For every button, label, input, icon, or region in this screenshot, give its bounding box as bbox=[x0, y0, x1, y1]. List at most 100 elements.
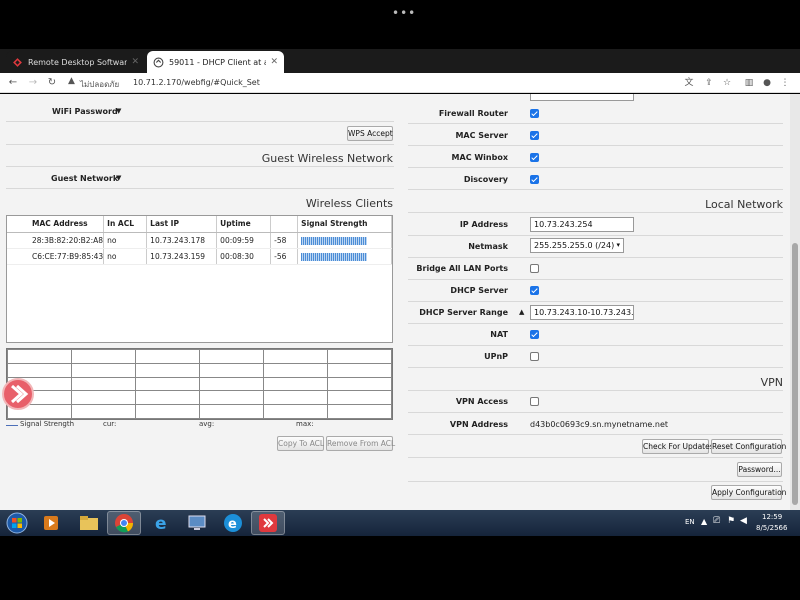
discovery-checkbox[interactable] bbox=[530, 175, 539, 184]
column-header[interactable]: In ACL bbox=[103, 216, 148, 233]
ip-cell: 10.73.243.159 bbox=[146, 248, 218, 265]
legend-cur: cur: bbox=[103, 420, 117, 428]
profile-icon[interactable]: ● bbox=[760, 76, 774, 90]
divider bbox=[6, 188, 394, 189]
back-icon[interactable]: ← bbox=[6, 76, 20, 90]
file-explorer-icon[interactable] bbox=[72, 511, 106, 535]
vpn-address-label: VPN Address bbox=[449, 420, 508, 429]
reload-icon[interactable]: ↻ bbox=[45, 76, 59, 90]
dhcp-server-checkbox[interactable] bbox=[530, 286, 539, 295]
not-secure-label[interactable]: ไม่ปลอดภัย bbox=[80, 78, 119, 91]
check-for-updates-button[interactable]: Check For Updates bbox=[642, 439, 714, 454]
legend-avg: avg: bbox=[199, 420, 215, 428]
upnp-checkbox[interactable] bbox=[530, 352, 539, 361]
column-header[interactable]: Signal Strength bbox=[297, 216, 392, 233]
divider bbox=[408, 457, 783, 458]
remote-desktop-float-icon[interactable] bbox=[2, 378, 34, 410]
side-panel-icon[interactable]: ▥ bbox=[742, 76, 756, 90]
remote-desktop-icon[interactable] bbox=[180, 511, 214, 535]
chrome-icon[interactable] bbox=[107, 511, 141, 535]
caret-down-icon[interactable]: ▼ bbox=[116, 174, 121, 182]
netmask-select[interactable]: 255.255.255.0 (/24) ▾ bbox=[530, 238, 624, 253]
divider bbox=[408, 412, 783, 413]
column-header[interactable]: MAC Address bbox=[7, 216, 105, 233]
table-row[interactable]: 28:3B:82:20:B2:A8 no 10.73.243.178 00:09… bbox=[7, 232, 392, 249]
vpn-address-value: d43b0c0693c9.sn.mynetname.net bbox=[530, 420, 669, 429]
share-icon[interactable]: ⇪ bbox=[702, 76, 716, 90]
bridge-lan-checkbox[interactable] bbox=[530, 264, 539, 273]
tab-remote-desktop[interactable]: Remote Desktop Software for Wi ✕ bbox=[6, 51, 145, 73]
bookmark-star-icon[interactable]: ☆ bbox=[720, 76, 734, 90]
mac-cell: 28:3B:82:20:B2:A8 bbox=[7, 232, 105, 249]
svg-text:e: e bbox=[155, 514, 167, 533]
translate-icon[interactable]: 文 bbox=[682, 76, 696, 90]
ip-address-label: IP Address bbox=[459, 220, 508, 229]
caret-up-icon[interactable]: ▲ bbox=[519, 308, 524, 316]
bridge-lan-label: Bridge All LAN Ports bbox=[416, 264, 508, 273]
reset-configuration-button[interactable]: Reset Configuration bbox=[711, 439, 786, 454]
network-icon[interactable]: ⎚ bbox=[713, 516, 720, 526]
language-indicator[interactable]: EN bbox=[685, 518, 695, 526]
signal-bar-cell bbox=[297, 248, 392, 265]
column-header[interactable]: Last IP bbox=[146, 216, 218, 233]
nat-checkbox[interactable] bbox=[530, 330, 539, 339]
password-button[interactable]: Password... bbox=[737, 462, 782, 477]
acl-cell: no bbox=[103, 232, 148, 249]
multitasking-dots[interactable]: ••• bbox=[392, 6, 416, 20]
clock-date[interactable]: 8/5/2566 bbox=[756, 524, 787, 532]
column-header[interactable]: Uptime bbox=[216, 216, 272, 233]
divider bbox=[408, 323, 783, 324]
firewall-router-label: Firewall Router bbox=[438, 109, 508, 118]
caret-down-icon[interactable]: ▼ bbox=[116, 107, 121, 115]
firewall-router-checkbox[interactable] bbox=[530, 109, 539, 118]
tab-dhcp-client[interactable]: 59011 - DHCP Client at admin@ ✕ bbox=[147, 51, 284, 73]
remove-from-acl-button[interactable]: Remove From ACL bbox=[326, 436, 395, 451]
apply-configuration-button[interactable]: Apply Configuration bbox=[711, 485, 786, 500]
netmask-value: 255.255.255.0 (/24) bbox=[534, 241, 615, 250]
guest-network-label: Guest Network bbox=[51, 174, 119, 183]
anydesk-taskbar-icon[interactable] bbox=[251, 511, 285, 535]
svg-text:e: e bbox=[228, 517, 237, 532]
divider bbox=[408, 235, 783, 236]
dhcp-range-input[interactable]: 10.73.243.10-10.73.243.253 bbox=[530, 305, 634, 320]
clock-time[interactable]: 12:59 bbox=[762, 513, 782, 521]
show-hidden-icons[interactable]: ▲ bbox=[701, 517, 707, 526]
tab-title: 59011 - DHCP Client at admin@ bbox=[169, 57, 267, 67]
close-tab-icon[interactable]: ✕ bbox=[270, 57, 278, 67]
legend-max: max: bbox=[296, 420, 314, 428]
partial-input[interactable] bbox=[530, 94, 634, 101]
forward-icon[interactable]: → bbox=[26, 76, 40, 90]
mac-server-checkbox[interactable] bbox=[530, 131, 539, 140]
divider bbox=[408, 257, 783, 258]
divider bbox=[408, 434, 783, 435]
upnp-label: UPnP bbox=[484, 352, 508, 361]
edge-legacy-icon[interactable]: e bbox=[216, 511, 250, 535]
start-button[interactable] bbox=[0, 511, 34, 535]
mac-cell: C6:CE:77:B9:85:43 bbox=[7, 248, 105, 265]
scrollbar-thumb[interactable] bbox=[792, 243, 798, 505]
volume-icon[interactable]: ◀ bbox=[740, 516, 747, 526]
nat-label: NAT bbox=[490, 330, 508, 339]
url-input[interactable]: 10.71.2.170/webfig/#Quick_Set bbox=[133, 78, 260, 87]
internet-explorer-icon[interactable]: e bbox=[144, 511, 178, 535]
vpn-access-label: VPN Access bbox=[455, 397, 508, 406]
close-tab-icon[interactable]: ✕ bbox=[131, 57, 139, 67]
ip-address-input[interactable]: 10.73.243.254 bbox=[530, 217, 634, 232]
copy-to-acl-button[interactable]: Copy To ACL bbox=[277, 436, 324, 451]
divider bbox=[408, 167, 783, 168]
divider bbox=[6, 121, 394, 122]
vpn-access-checkbox[interactable] bbox=[530, 397, 539, 406]
warning-icon[interactable]: ▲ bbox=[68, 76, 75, 86]
column-header[interactable] bbox=[270, 216, 299, 233]
media-player-icon[interactable] bbox=[34, 511, 68, 535]
wps-accept-button[interactable]: WPS Accept bbox=[347, 126, 393, 141]
table-row[interactable]: C6:CE:77:B9:85:43 no 10.73.243.159 00:08… bbox=[7, 248, 392, 265]
uptime-cell: 00:08:30 bbox=[216, 248, 272, 265]
divider bbox=[408, 279, 783, 280]
dhcp-server-label: DHCP Server bbox=[450, 286, 508, 295]
discovery-label: Discovery bbox=[463, 175, 508, 184]
action-center-icon[interactable]: ⚑ bbox=[727, 516, 735, 526]
mac-winbox-checkbox[interactable] bbox=[530, 153, 539, 162]
tab-strip: Remote Desktop Software for Wi ✕ 59011 -… bbox=[0, 49, 800, 118]
menu-icon[interactable]: ⋮ bbox=[778, 76, 792, 90]
